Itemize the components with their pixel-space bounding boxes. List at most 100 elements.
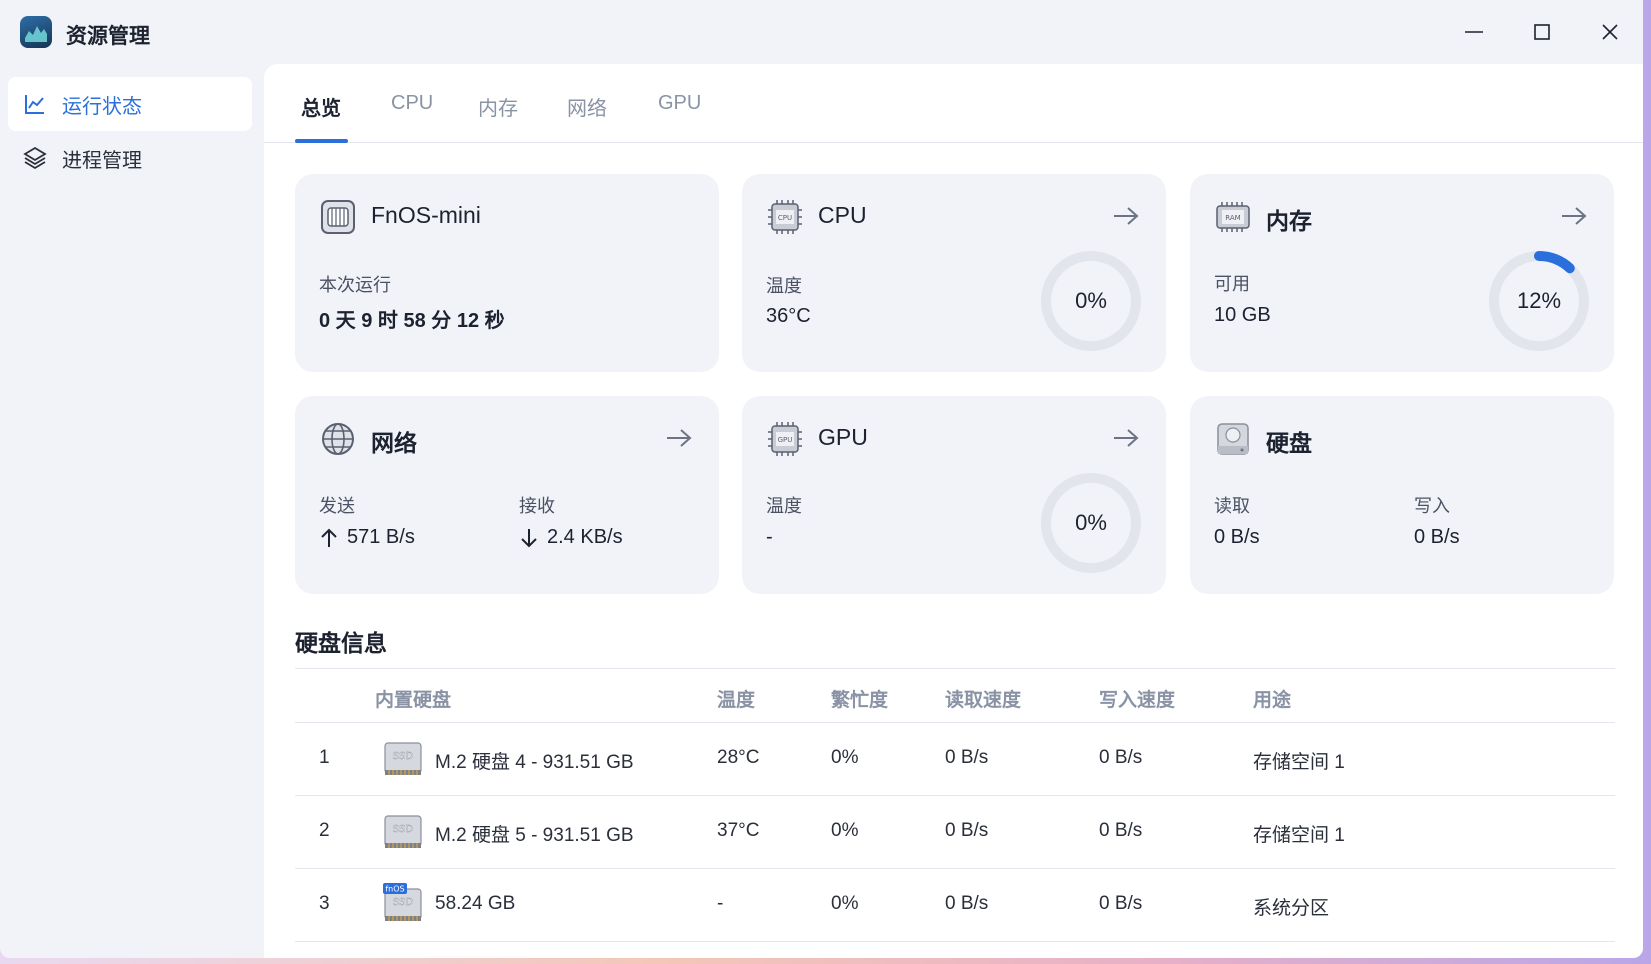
tab-overview[interactable]: 总览 (301, 92, 341, 121)
table-row[interactable]: 2 SSD M.2 硬盘 5 - 931.51 GB 37°C 0% 0 B/s… (295, 796, 1615, 869)
disk-read-label: 读取 (1214, 496, 1250, 516)
disk-card: 硬盘 读取 0 B/s 写入 0 B/s (1190, 396, 1614, 594)
gpu-title: GPU (818, 424, 868, 450)
svg-text:SSD: SSD (393, 824, 414, 835)
send-value: 571 B/s (347, 526, 415, 548)
disk-info-title: 硬盘信息 (295, 630, 387, 656)
arrow-right-icon[interactable] (1112, 426, 1140, 450)
column-header[interactable]: 繁忙度 (831, 685, 888, 712)
tab-cpu[interactable]: CPU (391, 92, 433, 115)
minimize-icon (1465, 31, 1483, 33)
disk-busy: 0% (831, 747, 859, 768)
ssd-icon: SSD fnOS (383, 883, 423, 925)
main-panel: 总览 CPU 内存 网络 GPU FnOS-mini 本次运行 0 天 9 时 … (264, 64, 1643, 958)
table-row[interactable]: 3 SSD fnOS 58.24 GB - 0% 0 B/s 0 B/s 系统分… (295, 869, 1615, 942)
row-index: 1 (319, 747, 330, 768)
send-label: 发送 (319, 496, 355, 516)
disk-write-speed: 0 B/s (1099, 893, 1143, 914)
close-button[interactable] (1590, 16, 1630, 48)
network-card[interactable]: 网络 发送 571 B/s 接收 2.4 KB/s (295, 396, 719, 594)
app-logo-icon (20, 16, 52, 48)
disk-write-speed: 0 B/s (1099, 747, 1143, 768)
tab-memory[interactable]: 内存 (478, 92, 518, 121)
svg-text:fnOS: fnOS (385, 885, 404, 894)
disk-temp: - (717, 893, 724, 914)
column-header[interactable]: 内置硬盘 (375, 685, 451, 712)
receive-label: 接收 (519, 496, 555, 516)
tab-bar: 总览 CPU 内存 网络 GPU (264, 64, 1643, 143)
sidebar-item-status[interactable]: 运行状态 (8, 77, 252, 131)
cpu-title: CPU (818, 202, 867, 228)
layers-icon (22, 145, 48, 171)
disk-name: M.2 硬盘 5 - 931.51 GB (435, 825, 634, 846)
disk-temp: 28°C (717, 747, 760, 768)
disk-title: 硬盘 (1266, 430, 1312, 456)
cpu-temp-label: 温度 (766, 276, 802, 296)
memory-available-value: 10 GB (1214, 304, 1271, 326)
disk-read-speed: 0 B/s (945, 820, 989, 841)
column-header[interactable]: 读取速度 (945, 685, 1021, 712)
row-index: 3 (319, 893, 330, 914)
arrow-right-icon[interactable] (1112, 204, 1140, 228)
uptime-value: 0 天 9 时 58 分 12 秒 (319, 310, 505, 332)
disk-read-speed: 0 B/s (945, 893, 989, 914)
memory-card[interactable]: RAM 内存 可用 10 GB 12% (1190, 174, 1614, 372)
disk-write-speed: 0 B/s (1099, 820, 1143, 841)
cpu-card[interactable]: CPU CPU 温度 36°C 0% (742, 174, 1166, 372)
sidebar-item-label: 进程管理 (62, 149, 142, 172)
disk-usage: 存储空间 1 (1253, 752, 1345, 773)
network-title: 网络 (371, 430, 417, 456)
ssd-icon: SSD (383, 810, 423, 852)
svg-text:CPU: CPU (778, 214, 792, 222)
svg-text:SSD: SSD (393, 751, 414, 762)
sidebar: 运行状态 进程管理 (0, 64, 264, 958)
device-icon (319, 198, 357, 236)
receive-value: 2.4 KB/s (547, 526, 623, 548)
uptime-label: 本次运行 (319, 275, 391, 295)
column-header[interactable]: 温度 (717, 685, 755, 712)
active-tab-indicator (295, 139, 348, 143)
disk-read-speed: 0 B/s (945, 747, 989, 768)
svg-text:RAM: RAM (1225, 214, 1240, 222)
svg-text:SSD: SSD (393, 897, 414, 908)
hard-drive-icon (1214, 420, 1252, 458)
sidebar-item-process[interactable]: 进程管理 (8, 131, 252, 185)
tab-network[interactable]: 网络 (567, 92, 607, 121)
gpu-card[interactable]: GPU GPU 温度 - 0% (742, 396, 1166, 594)
system-card: FnOS-mini 本次运行 0 天 9 时 58 分 12 秒 (295, 174, 719, 372)
gpu-chip-icon: GPU (766, 420, 804, 458)
disk-temp: 37°C (717, 820, 760, 841)
ssd-icon: SSD (383, 737, 423, 779)
close-icon (1602, 24, 1618, 40)
maximize-button[interactable] (1522, 16, 1562, 48)
disk-name: M.2 硬盘 4 - 931.51 GB (435, 752, 634, 773)
arrow-right-icon[interactable] (1560, 204, 1588, 228)
system-name: FnOS-mini (371, 202, 481, 228)
app-window: 资源管理 运行状态 进程管理 总览 CPU 内存 网络 GPU FnOS-min… (0, 0, 1643, 958)
svg-text:GPU: GPU (778, 436, 793, 444)
memory-usage-value: 12% (1516, 288, 1562, 313)
chart-line-icon (22, 91, 48, 117)
table-row[interactable]: 1 SSD M.2 硬盘 4 - 931.51 GB 28°C 0% 0 B/s… (295, 723, 1615, 796)
memory-title: 内存 (1266, 208, 1312, 234)
title-bar: 资源管理 (0, 0, 1643, 64)
minimize-button[interactable] (1454, 16, 1494, 48)
column-header[interactable]: 用途 (1253, 685, 1291, 712)
gpu-temp-value: - (766, 526, 773, 548)
tab-gpu[interactable]: GPU (658, 92, 701, 115)
disk-table: 内置硬盘 温度 繁忙度 读取速度 写入速度 用途 1 SSD M.2 硬盘 4 … (295, 668, 1615, 942)
row-index: 2 (319, 820, 330, 841)
memory-available-label: 可用 (1214, 274, 1250, 294)
disk-write-value: 0 B/s (1414, 526, 1460, 548)
app-title: 资源管理 (66, 25, 150, 48)
gpu-usage-value: 0% (1075, 510, 1107, 535)
send-value-row: 571 B/s (319, 526, 415, 549)
ram-icon: RAM (1214, 198, 1252, 236)
disk-usage: 系统分区 (1253, 898, 1330, 919)
globe-icon (319, 420, 357, 458)
receive-value-row: 2.4 KB/s (519, 526, 623, 549)
arrow-right-icon[interactable] (665, 426, 693, 450)
cpu-temp-value: 36°C (766, 305, 811, 327)
cpu-chip-icon: CPU (766, 198, 804, 236)
column-header[interactable]: 写入速度 (1099, 685, 1175, 712)
